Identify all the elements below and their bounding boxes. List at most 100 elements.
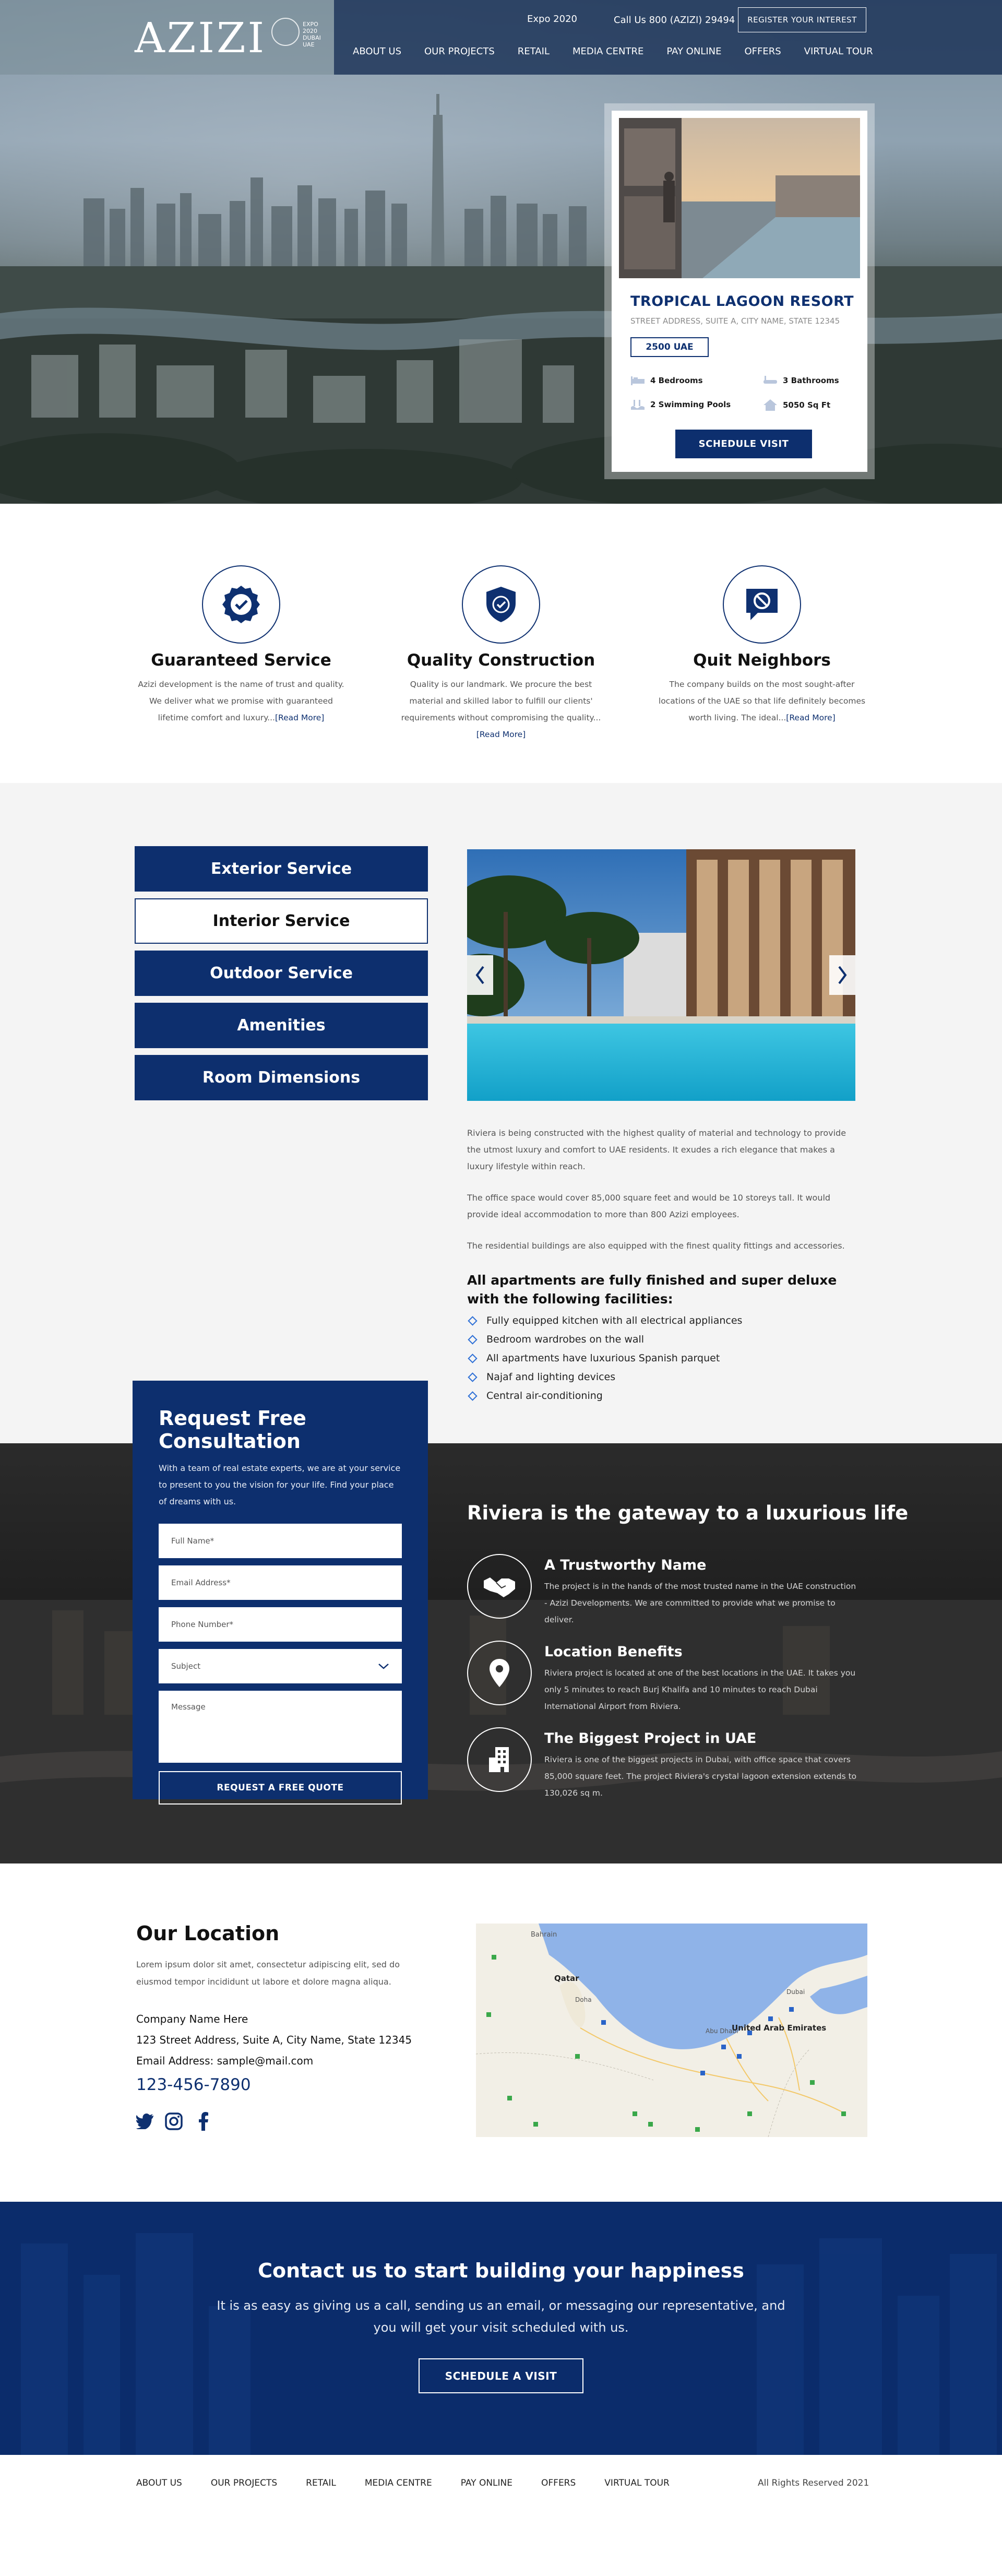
nav-item-offers[interactable]: OFFERS: [744, 46, 781, 62]
location-section: Our Location Lorem ipsum dolor sit amet,…: [0, 1863, 1002, 2202]
chevron-left-icon: [475, 966, 484, 984]
tab-amenities[interactable]: Amenities: [135, 1003, 428, 1048]
footer-link-our-projects[interactable]: OUR PROJECTS: [211, 2478, 277, 2488]
email-field[interactable]: Email Address*: [159, 1565, 402, 1600]
feature-title: Guaranteed Service: [151, 651, 331, 670]
bed-icon: [631, 376, 645, 385]
azizi-logo[interactable]: AZIZI: [135, 15, 266, 62]
register-interest-button[interactable]: REGISTER YOUR INTEREST: [738, 7, 866, 32]
list-item: Central air-conditioning: [467, 1386, 742, 1405]
service-paragraph: Riviera is being constructed with the hi…: [467, 1128, 846, 1171]
consultation-form: Request Free Consultation With a team of…: [133, 1381, 428, 1805]
property-title: TROPICAL LAGOON RESORT: [630, 293, 854, 310]
tab-outdoor-service[interactable]: Outdoor Service: [135, 951, 428, 996]
footer-link-pay-online[interactable]: PAY ONLINE: [461, 2478, 512, 2488]
schedule-a-visit-button[interactable]: SCHEDULE A VISIT: [419, 2358, 583, 2393]
tab-room-dimensions[interactable]: Room Dimensions: [135, 1055, 428, 1100]
building-icon: [489, 1747, 509, 1772]
company-address: 123 Street Address, Suite A, City Name, …: [136, 2034, 412, 2046]
subject-select[interactable]: Subject: [159, 1649, 402, 1683]
diamond-bullet-icon: [468, 1391, 478, 1401]
company-phone[interactable]: 123-456-7890: [136, 2075, 251, 2094]
twitter-icon: [136, 2114, 154, 2129]
feature-title: Quality Construction: [407, 651, 595, 670]
feature-text: Azizi development is the name of trust a…: [138, 680, 344, 722]
footer-link-media-centre[interactable]: MEDIA CENTRE: [365, 2478, 432, 2488]
tab-interior-service[interactable]: Interior Service: [135, 898, 428, 944]
service-paragraph: The residential buildings are also equip…: [467, 1241, 845, 1251]
contact-cta-section: Contact us to start building your happin…: [0, 2202, 1002, 2455]
schedule-visit-button[interactable]: SCHEDULE VISIT: [675, 430, 812, 458]
list-item: Najaf and lighting devices: [467, 1368, 742, 1386]
read-more-link[interactable]: [Read More]: [275, 713, 324, 722]
request-quote-button[interactable]: REQUEST A FREE QUOTE: [159, 1771, 402, 1805]
property-card: TROPICAL LAGOON RESORT STREET ADDRESS, S…: [604, 103, 875, 479]
message-field[interactable]: Message: [159, 1691, 402, 1763]
footer: ABOUT US OUR PROJECTS RETAIL MEDIA CENTR…: [0, 2455, 1002, 2512]
location-map[interactable]: Bahrain Qatar Doha Dubai Abu Dhabi Unite…: [476, 1924, 867, 2137]
shield-check-icon: [486, 587, 516, 622]
company-email[interactable]: Email Address: sample@mail.com: [136, 2055, 313, 2067]
instagram-link[interactable]: [164, 2112, 183, 2131]
feature-bathrooms: 3 Bathrooms: [763, 375, 839, 386]
instagram-icon: [165, 2112, 183, 2130]
pool-icon: [631, 400, 645, 410]
map-label-uae: United Arab Emirates: [732, 2023, 826, 2033]
service-paragraph: The office space would cover 85,000 squa…: [467, 1193, 831, 1219]
nav-item-about-us[interactable]: ABOUT US: [353, 46, 401, 62]
diamond-bullet-icon: [468, 1315, 478, 1326]
list-item: Fully equipped kitchen with all electric…: [467, 1311, 742, 1330]
services-section: Exterior Service Interior Service Outdoo…: [0, 783, 1002, 1443]
expo-logo-icon: [271, 18, 300, 46]
benefit-biggest-project: The Biggest Project in UAE Riviera is on…: [467, 1727, 864, 1800]
nav-item-virtual-tour[interactable]: VIRTUAL TOUR: [804, 46, 873, 62]
facebook-icon: [199, 2112, 208, 2131]
luxury-title: Riviera is the gateway to a luxurious li…: [467, 1502, 909, 1524]
diamond-bullet-icon: [468, 1353, 478, 1363]
slider-next-button[interactable]: [829, 955, 855, 995]
nav-item-retail[interactable]: RETAIL: [518, 46, 550, 62]
map-label-qatar: Qatar: [554, 1974, 579, 1983]
tab-exterior-service[interactable]: Exterior Service: [135, 846, 428, 892]
map-label-doha: Doha: [575, 1996, 592, 2003]
footer-link-offers[interactable]: OFFERS: [541, 2478, 576, 2488]
feature-quit-neighbors: Quit Neighbors The company builds on the…: [658, 565, 866, 726]
property-price-badge: 2500 UAE: [630, 337, 709, 357]
benefit-text: Riviera is one of the biggest projects i…: [544, 1755, 857, 1798]
facebook-link[interactable]: [194, 2112, 213, 2131]
feature-text: Quality is our landmark. We procure the …: [401, 680, 601, 739]
footer-link-virtual-tour[interactable]: VIRTUAL TOUR: [604, 2478, 670, 2488]
facilities-list: Fully equipped kitchen with all electric…: [467, 1311, 742, 1405]
footer-link-retail[interactable]: RETAIL: [306, 2478, 336, 2488]
nav-item-our-projects[interactable]: OUR PROJECTS: [424, 46, 495, 62]
slider-prev-button[interactable]: [467, 955, 493, 995]
feature-guaranteed-service: Guaranteed Service Azizi development is …: [137, 565, 345, 726]
phone-field[interactable]: Phone Number*: [159, 1607, 402, 1642]
ribbon-check-icon: [222, 586, 260, 623]
contact-text: It is as easy as giving us a call, sendi…: [217, 2298, 785, 2335]
diamond-bullet-icon: [468, 1334, 478, 1345]
hero-section: AZIZI EXPO 2020 DUBAI UAE Expo 2020 Call…: [0, 0, 1002, 504]
full-name-field[interactable]: Full Name*: [159, 1524, 402, 1558]
main-nav: ABOUT US OUR PROJECTS RETAIL MEDIA CENTR…: [353, 46, 896, 62]
service-slider-image: [467, 849, 855, 1101]
call-us-link[interactable]: Call Us 800 (AZIZI) 29494: [614, 15, 735, 26]
benefit-title: The Biggest Project in UAE: [544, 1730, 757, 1747]
bathtub-icon: [764, 376, 777, 384]
form-title: Request Free Consultation: [159, 1407, 306, 1453]
copyright-text: All Rights Reserved 2021: [758, 2478, 869, 2488]
twitter-link[interactable]: [136, 2112, 155, 2131]
read-more-link[interactable]: [Read More]: [786, 713, 835, 722]
list-item: Bedroom wardrobes on the wall: [467, 1330, 742, 1349]
map-label-bahrain: Bahrain: [531, 1931, 557, 1939]
nav-item-pay-online[interactable]: PAY ONLINE: [666, 46, 721, 62]
house-icon: [764, 399, 777, 411]
footer-link-about-us[interactable]: ABOUT US: [136, 2478, 182, 2488]
facilities-heading: All apartments are fully finished and su…: [467, 1273, 837, 1307]
read-more-link[interactable]: [Read More]: [476, 730, 526, 739]
benefit-text: The project is in the hands of the most …: [544, 1582, 856, 1624]
location-text: Lorem ipsum dolor sit amet, consectetur …: [136, 1960, 400, 1987]
benefit-title: Location Benefits: [544, 1644, 683, 1660]
expo-link[interactable]: Expo 2020: [527, 14, 577, 25]
nav-item-media-centre[interactable]: MEDIA CENTRE: [572, 46, 643, 62]
